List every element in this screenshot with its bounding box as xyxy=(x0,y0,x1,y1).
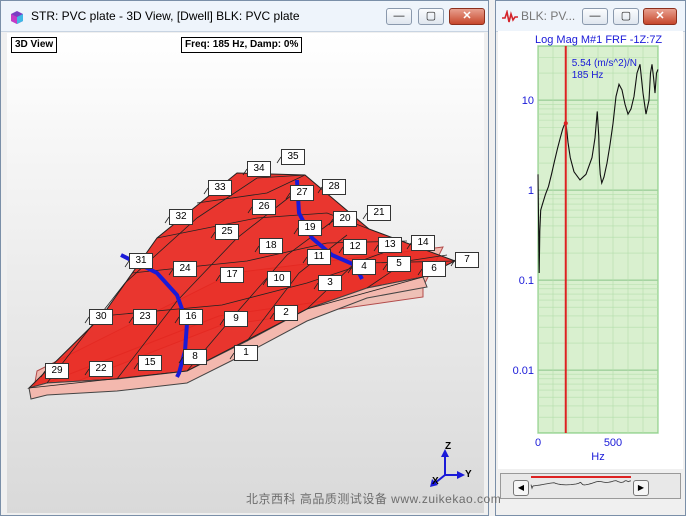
axis-z-label: Z xyxy=(445,441,452,452)
point-label-3[interactable]: 3 xyxy=(318,275,342,291)
window-title: STR: PVC plate - 3D View, [Dwell] BLK: P… xyxy=(31,9,300,23)
frf-maximize-button[interactable]: ▢ xyxy=(613,8,639,25)
view-label: 3D View xyxy=(11,37,58,53)
point-label-28[interactable]: 28 xyxy=(322,179,346,195)
point-label-9[interactable]: 9 xyxy=(224,311,248,327)
point-label-21[interactable]: 21 xyxy=(367,205,391,221)
point-label-7[interactable]: 7 xyxy=(455,252,479,268)
point-label-16[interactable]: 16 xyxy=(179,309,203,325)
x-axis-label: Hz xyxy=(591,451,604,463)
point-label-11[interactable]: 11 xyxy=(307,249,331,265)
chart-title: Log Mag M#1 FRF -1Z:7Z xyxy=(535,34,662,46)
scroll-right-button[interactable]: ▶ xyxy=(633,480,649,496)
frf-chart: 10 1 0.1 0.01 0 500Hz Log Mag M#1 FRF -1Z:7Z 5.… xyxy=(513,34,663,463)
frf-window: BLK: PV... — ▢ ✕ 10 1 0.1 0.01 0 500 Hz Log Mag… xyxy=(495,0,686,516)
point-label-1[interactable]: 1 xyxy=(234,345,258,361)
point-label-34[interactable]: 34 xyxy=(247,161,271,177)
close-button[interactable]: ✕ xyxy=(449,8,485,25)
y-tick-label: 1 xyxy=(528,185,534,197)
cursor-readout: 5.54 (m/s^2)/N xyxy=(572,58,637,69)
point-label-25[interactable]: 25 xyxy=(215,224,239,240)
x-tick-label: 500 xyxy=(604,437,622,449)
y-tick-label: 10 xyxy=(522,95,534,107)
point-label-6[interactable]: 6 xyxy=(422,261,446,277)
cursor-readout: 185 Hz xyxy=(572,70,604,81)
point-label-14[interactable]: 14 xyxy=(411,235,435,251)
point-label-27[interactable]: 27 xyxy=(290,185,314,201)
frf-close-button[interactable]: ✕ xyxy=(643,8,677,25)
point-label-10[interactable]: 10 xyxy=(267,271,291,287)
mode-shape-mesh xyxy=(27,156,457,400)
axis-y-label: Y xyxy=(465,469,472,480)
structure-window: STR: PVC plate - 3D View, [Dwell] BLK: P… xyxy=(0,0,489,516)
point-label-17[interactable]: 17 xyxy=(220,267,244,283)
frf-minimize-button[interactable]: — xyxy=(582,8,608,25)
point-label-19[interactable]: 19 xyxy=(298,220,322,236)
point-label-22[interactable]: 22 xyxy=(89,361,113,377)
frequency-label: Freq: 185 Hz, Damp: 0% xyxy=(181,37,303,53)
frf-window-titlebar[interactable]: BLK: PV... — ▢ ✕ xyxy=(496,1,685,32)
point-label-2[interactable]: 2 xyxy=(274,305,298,321)
structure-icon xyxy=(11,11,23,24)
point-label-18[interactable]: 18 xyxy=(259,238,283,254)
point-label-23[interactable]: 23 xyxy=(133,309,157,325)
point-label-33[interactable]: 33 xyxy=(208,180,232,196)
frf-plot-area[interactable]: 10 1 0.1 0.01 0 500 Hz Log Mag M#1 FRF -1Z:7Z 5.… xyxy=(498,31,683,469)
axis-x-label: X xyxy=(432,476,439,487)
point-label-26[interactable]: 26 xyxy=(252,199,276,215)
structure-window-titlebar[interactable]: STR: PVC plate - 3D View, [Dwell] BLK: P… xyxy=(1,1,488,32)
point-label-20[interactable]: 20 xyxy=(333,211,357,227)
overview-frf-trace xyxy=(530,480,632,490)
point-label-32[interactable]: 32 xyxy=(169,209,193,225)
scroll-left-button[interactable]: ◀ xyxy=(513,480,529,496)
minimize-button[interactable]: — xyxy=(386,8,412,25)
point-label-5[interactable]: 5 xyxy=(387,256,411,272)
3d-view-canvas[interactable]: 3D View Freq: 185 Hz, Damp: 0% 123456789… xyxy=(7,33,484,513)
frf-window-title: BLK: PV... xyxy=(521,9,576,23)
horizontal-scrollbar[interactable]: ◀ ▶ xyxy=(500,473,681,499)
point-label-12[interactable]: 12 xyxy=(343,239,367,255)
point-label-15[interactable]: 15 xyxy=(138,355,162,371)
point-label-35[interactable]: 35 xyxy=(281,149,305,165)
y-tick-label: 0.01 xyxy=(513,365,534,377)
y-tick-label: 0.1 xyxy=(519,275,534,287)
waveform-icon xyxy=(502,10,518,23)
point-label-31[interactable]: 31 xyxy=(129,253,153,269)
maximize-button[interactable]: ▢ xyxy=(418,8,444,25)
point-label-30[interactable]: 30 xyxy=(89,309,113,325)
point-label-8[interactable]: 8 xyxy=(183,349,207,365)
point-label-24[interactable]: 24 xyxy=(173,261,197,277)
point-label-29[interactable]: 29 xyxy=(45,363,69,379)
point-label-4[interactable]: 4 xyxy=(352,259,376,275)
cursor-marker xyxy=(563,121,568,126)
x-tick-label: 0 xyxy=(535,437,541,449)
point-label-13[interactable]: 13 xyxy=(378,237,402,253)
watermark: 北京西科 高品质测试设备 www.zuikekao.com xyxy=(246,492,502,506)
